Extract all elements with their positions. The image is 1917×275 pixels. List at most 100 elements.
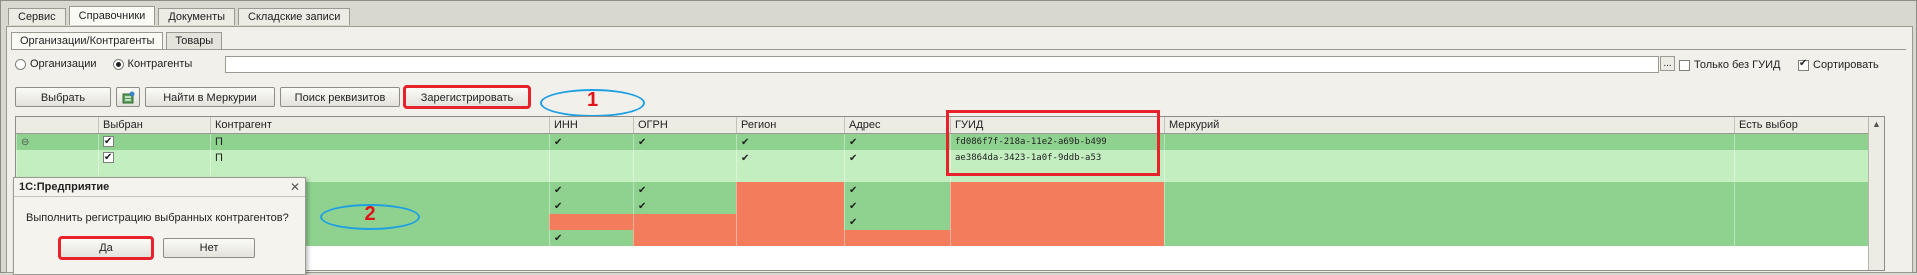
radio-counterparties-circle[interactable] (112, 58, 124, 70)
table-scrollbar[interactable]: ▲ (1868, 117, 1884, 270)
no-button[interactable]: Нет (163, 238, 255, 258)
select-button[interactable]: Выбрать (15, 87, 111, 107)
row-address-cell: ✔ (844, 134, 950, 150)
row-address-cell (844, 166, 950, 182)
col-mercury[interactable]: Меркурий (1164, 117, 1734, 133)
radio-organizations-label: Организации (30, 58, 97, 70)
tab-orgs-counterparties[interactable]: Организации/Контрагенты (11, 32, 164, 49)
tab-references[interactable]: Справочники (68, 6, 156, 25)
row-mercury-cell (1164, 134, 1734, 150)
row-region-cell: ✔ (736, 134, 844, 150)
row-mercury-cell (1164, 166, 1734, 182)
row-inn-cell: ✔ (549, 230, 633, 246)
check-mark-icon: ✔ (849, 153, 858, 164)
tab-warehouse-records[interactable]: Складские записи (238, 8, 351, 25)
check-mark-icon: ✔ (849, 185, 858, 196)
row-address-cell: ✔ (844, 214, 950, 230)
check-mark-icon: ✔ (554, 137, 563, 148)
row-choice-cell (1734, 182, 1868, 198)
row-address-cell (844, 230, 950, 246)
row-mercury-cell (1164, 214, 1734, 230)
annotation-number-1: 1 (586, 89, 599, 111)
row-selected-checkbox[interactable] (103, 134, 114, 150)
scroll-up-icon[interactable]: ▲ (1869, 117, 1884, 132)
row-ogrn-cell (633, 166, 736, 182)
row-mercury-cell (1164, 198, 1734, 214)
row-guid-cell (950, 198, 1164, 214)
row-ogrn-cell (633, 214, 736, 230)
table-row[interactable]: ⊖П✔✔✔✔fd086f7f-218a-11e2-a69b-b499 (16, 134, 1868, 151)
only-without-guid-option[interactable]: Только без ГУИД (1679, 59, 1780, 71)
row-marker (16, 150, 98, 166)
col-counterparty[interactable]: Контрагент (210, 117, 549, 133)
tab-goods[interactable]: Товары (166, 32, 223, 49)
only-without-guid-checkbox[interactable] (1679, 59, 1690, 71)
confirm-dialog: 1С:Предприятие ✕ Выполнить регистрацию в… (13, 177, 306, 275)
col-address[interactable]: Адрес (844, 117, 950, 133)
check-mark-icon: ✔ (554, 185, 563, 196)
sort-option[interactable]: Сортировать (1798, 58, 1879, 71)
row-selected-cell[interactable] (98, 150, 210, 166)
type-radio-group: Организации Контрагенты (15, 58, 208, 70)
refresh-button[interactable] (116, 87, 140, 107)
radio-organizations-circle[interactable] (15, 58, 26, 70)
annotation-ellipse-2: 2 (320, 203, 420, 230)
check-mark-icon: ✔ (741, 137, 750, 148)
tab-service[interactable]: Сервис (8, 8, 66, 25)
search-input[interactable] (225, 56, 1659, 73)
check-mark-icon: ✔ (849, 137, 858, 148)
table-row[interactable]: П✔✔ae3864da-3423-1a0f-9ddb-a53 (16, 150, 1868, 167)
row-choice-cell (1734, 214, 1868, 230)
row-selected-cell[interactable] (98, 134, 210, 150)
row-choice-cell (1734, 166, 1868, 182)
check-mark-icon: ✔ (849, 217, 858, 228)
row-inn-cell: ✔ (549, 198, 633, 214)
row-region-cell (736, 166, 844, 182)
sub-tabs: Организации/Контрагенты Товары (11, 32, 225, 49)
row-inn-cell (549, 214, 633, 230)
col-has-choice[interactable]: Есть выбор (1734, 117, 1868, 133)
check-mark-icon: ✔ (554, 201, 563, 212)
row-inn-cell: ✔ (549, 182, 633, 198)
register-button[interactable]: Зарегистрировать (403, 85, 531, 109)
tab-documents[interactable]: Документы (158, 8, 236, 25)
radio-counterparties-label: Контрагенты (127, 58, 193, 70)
dialog-title: 1С:Предприятие ✕ (14, 178, 305, 197)
check-mark-icon: ✔ (554, 233, 563, 244)
row-choice-cell (1734, 230, 1868, 246)
check-mark-icon: ✔ (638, 201, 647, 212)
row-selected-checkbox[interactable] (103, 150, 114, 166)
row-choice-cell (1734, 134, 1868, 150)
sort-checkbox[interactable] (1798, 58, 1809, 71)
collapse-icon[interactable]: ⊖ (21, 137, 29, 148)
col-ogrn[interactable]: ОГРН (633, 117, 736, 133)
check-mark-icon: ✔ (849, 201, 858, 212)
search-details-button[interactable]: Поиск реквизитов (280, 87, 400, 107)
dialog-message: Выполнить регистрацию выбранных контраге… (26, 212, 289, 224)
refresh-icon (122, 91, 135, 104)
row-ogrn-cell (633, 150, 736, 166)
row-name-cell: П (210, 134, 549, 150)
row-ogrn-cell: ✔ (633, 182, 736, 198)
row-mercury-cell (1164, 182, 1734, 198)
row-mercury-cell (1164, 230, 1734, 246)
annotation-number-2: 2 (364, 203, 376, 225)
row-ogrn-cell (633, 230, 736, 246)
col-inn[interactable]: ИНН (549, 117, 633, 133)
search-select-button[interactable]: ... (1660, 56, 1675, 71)
radio-organizations[interactable]: Организации (15, 58, 97, 70)
row-choice-cell (1734, 150, 1868, 166)
row-choice-cell (1734, 198, 1868, 214)
row-address-cell: ✔ (844, 198, 950, 214)
annotation-ellipse-1: 1 (540, 89, 645, 117)
find-in-mercury-button[interactable]: Найти в Меркурии (145, 87, 275, 107)
col-region[interactable]: Регион (736, 117, 844, 133)
close-icon[interactable]: ✕ (290, 178, 300, 196)
row-ogrn-cell: ✔ (633, 198, 736, 214)
row-inn-cell (549, 166, 633, 182)
radio-counterparties[interactable]: Контрагенты (112, 58, 193, 70)
guid-highlight-frame (946, 110, 1160, 176)
yes-button[interactable]: Да (58, 236, 154, 260)
col-selected[interactable]: Выбран (98, 117, 210, 133)
row-region-cell: ✔ (736, 150, 844, 166)
